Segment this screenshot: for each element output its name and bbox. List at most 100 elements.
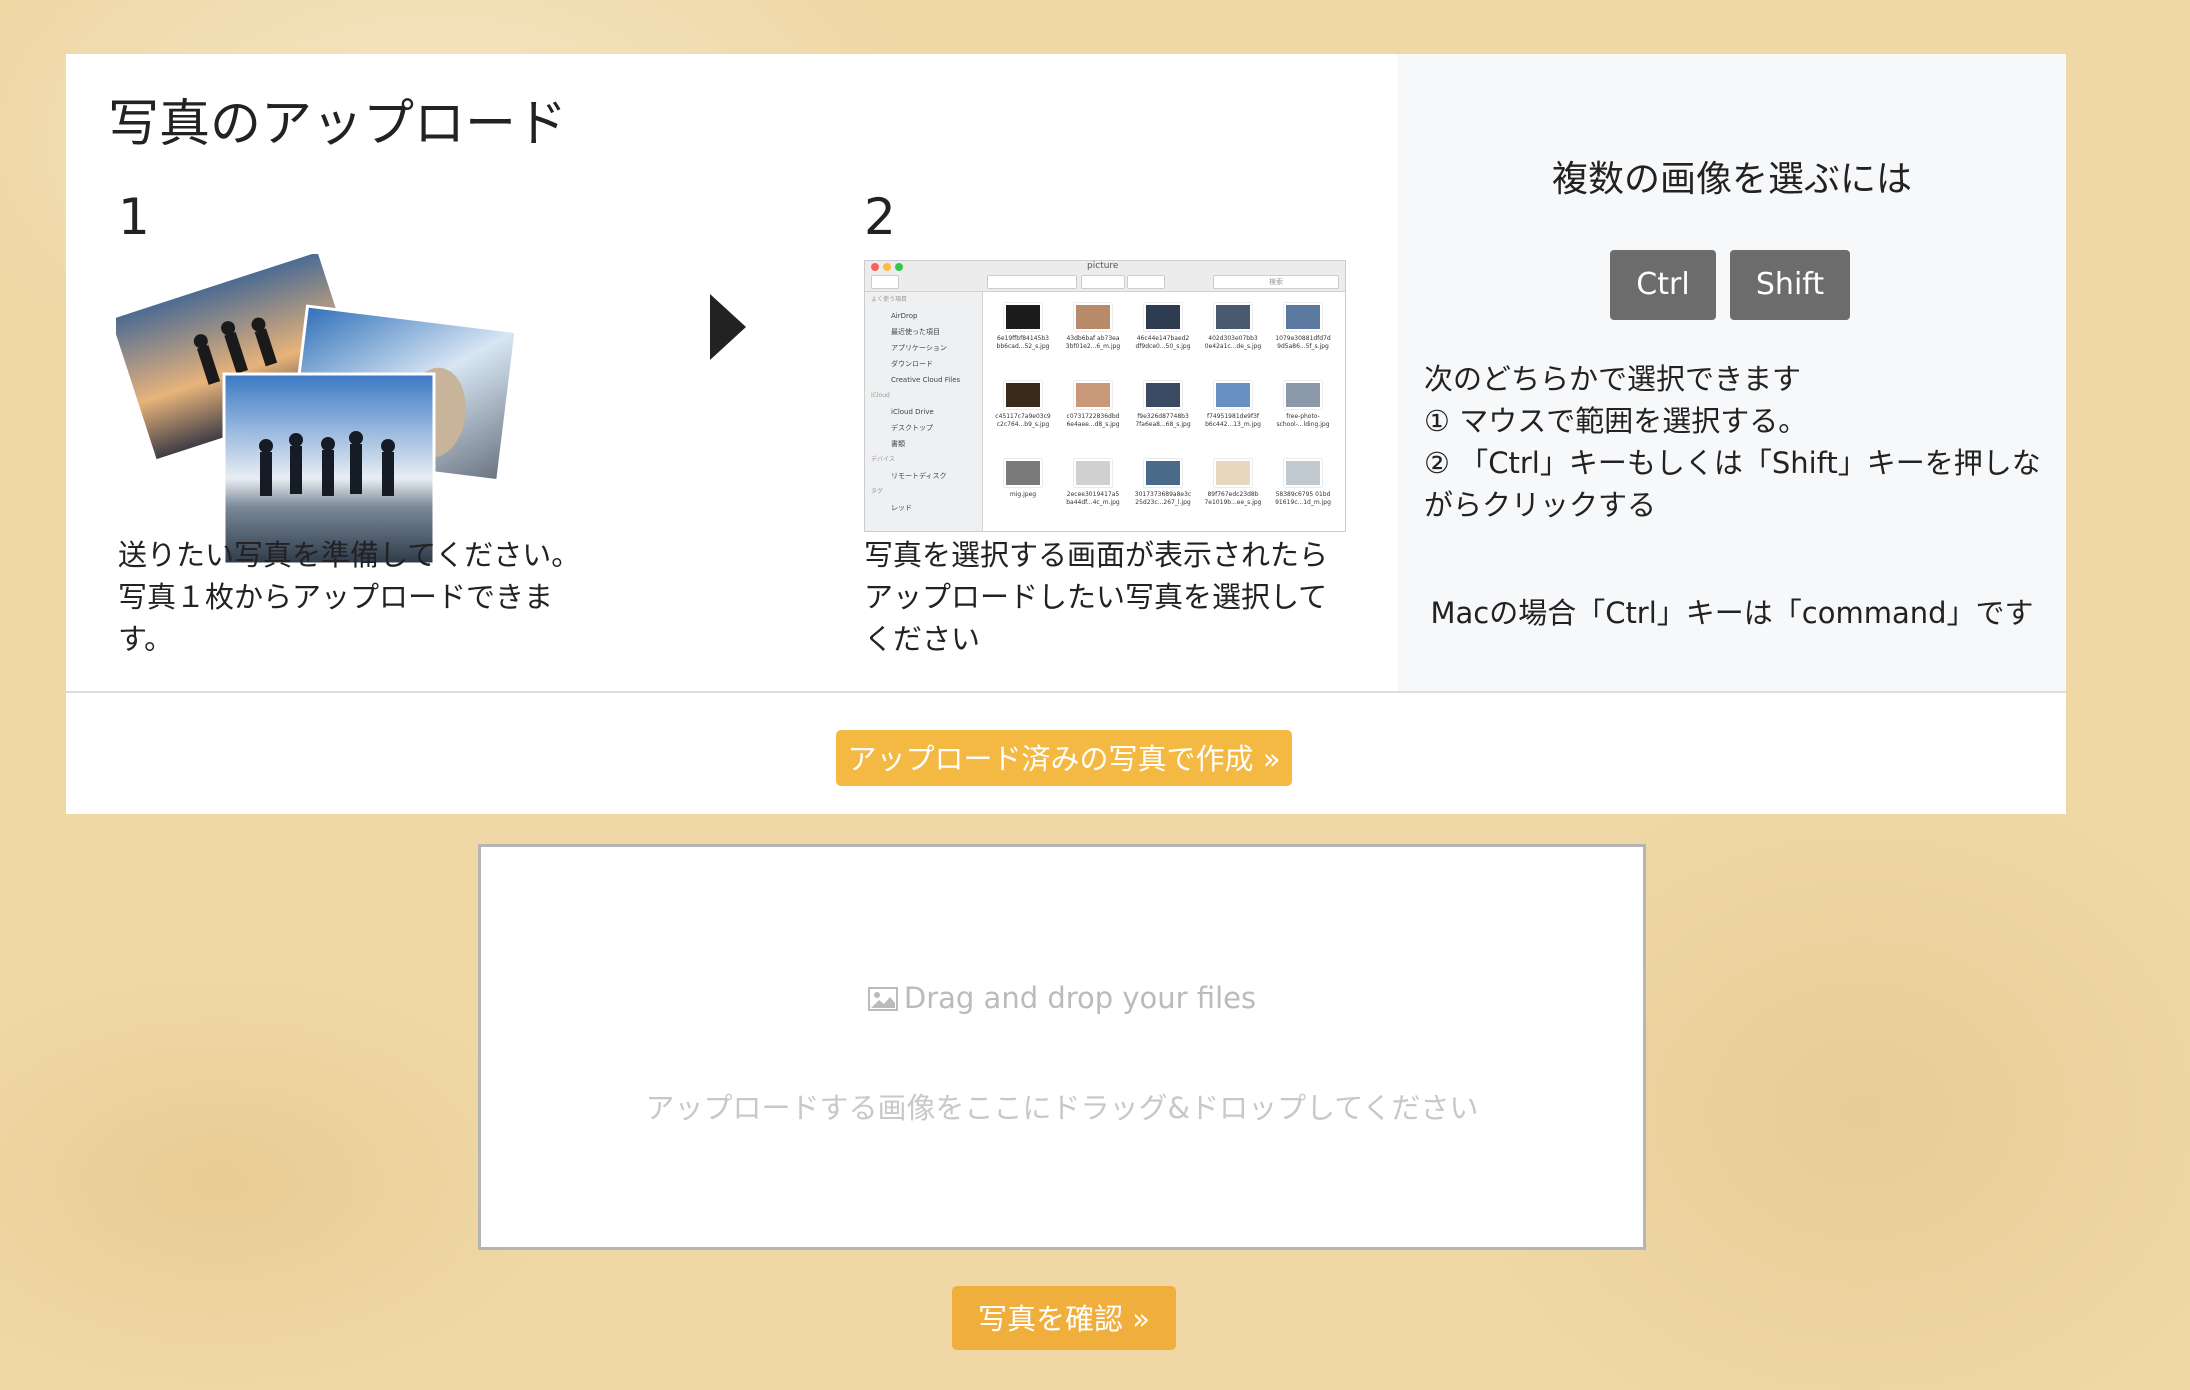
- finder-file-item: free-photo-school-...lding.jpg: [1269, 379, 1337, 455]
- help-line: がらクリックする: [1424, 488, 1657, 522]
- sidebar-heading: iCloud: [871, 392, 890, 399]
- finder-file-item: 89f767edc23d8b 7e1019b...ee_s.jpg: [1199, 457, 1267, 531]
- file-thumbnail: [1144, 381, 1182, 409]
- next-arrow-icon: [710, 294, 746, 360]
- action-icon: [1081, 275, 1125, 289]
- finder-file-item: 1079e30881dfd7d 9d5a86...5f_s.jpg: [1269, 301, 1337, 377]
- file-thumbnail: [1284, 303, 1322, 331]
- finder-file-item: 3017373689a8e3c 25d23c...267_l.jpg: [1129, 457, 1197, 531]
- file-thumbnail: [1144, 303, 1182, 331]
- help-title: 複数の画像を選ぶには: [1551, 159, 1912, 200]
- file-thumbnail: [1074, 381, 1112, 409]
- page-title: 写真のアップロード: [108, 95, 568, 154]
- image-icon: [867, 987, 898, 1011]
- file-thumbnail: [1214, 381, 1252, 409]
- sidebar-heading: タグ: [871, 488, 884, 495]
- file-name: c2c764...b9_s.jpg: [996, 421, 1050, 428]
- file-name: school-...lding.jpg: [1276, 421, 1330, 428]
- view-mode-icon: [987, 275, 1077, 289]
- file-name: f9e326d87748b3: [1137, 413, 1189, 420]
- file-name: free-photo-: [1286, 413, 1320, 420]
- sidebar-item: AirDrop: [891, 312, 918, 320]
- file-name: 46c44e147baed2: [1136, 335, 1190, 342]
- file-name: b6c442...13_m.jpg: [1205, 421, 1261, 428]
- file-name: 7fa6ea8...68_s.jpg: [1135, 421, 1191, 428]
- finder-file-item: 58389c6795 01bd 91619c...1d_m.jpg: [1269, 457, 1337, 531]
- finder-title: picture: [1087, 261, 1119, 271]
- finder-toolbar: picture 検索: [865, 261, 1345, 292]
- step-2-text-line: 写真を選択する画面が表示されたら: [864, 538, 1329, 572]
- help-instructions: 次のどちらかで選択できます ① マウスで範囲を選択する。 ② 「Ctrl」キーも…: [1424, 358, 2054, 526]
- file-name: 58389c6795 01bd: [1275, 491, 1331, 498]
- finder-file-item: mig.jpeg: [989, 457, 1057, 531]
- ctrl-key-badge: Ctrl: [1610, 250, 1716, 320]
- confirm-photos-button[interactable]: 写真を確認 »: [952, 1286, 1176, 1350]
- file-thumbnail: [1074, 459, 1112, 487]
- dropzone-subtitle: アップロードする画像をここにドラッグ&ドロップしてください: [645, 1091, 1479, 1125]
- step-1-text-line: す。: [118, 622, 174, 656]
- sidebar-item: ダウンロード: [891, 360, 933, 368]
- sidebar-item: レッド: [891, 504, 912, 512]
- step-1-number: 1: [118, 188, 150, 246]
- help-line: 次のどちらかで選択できます: [1424, 362, 1802, 396]
- file-name: 0e42a1c...de_s.jpg: [1204, 343, 1262, 350]
- share-icon: [1127, 275, 1165, 289]
- sidebar-heading: よく使う項目: [871, 296, 908, 303]
- file-name: df9dce0...50_s.jpg: [1135, 343, 1191, 350]
- finder-file-item: f74951981de9f3f b6c442...13_m.jpg: [1199, 379, 1267, 455]
- step-2-text-line: アップロードしたい写真を選択して: [864, 580, 1328, 614]
- finder-search-field: 検索: [1213, 275, 1339, 289]
- step-1-text-line: 写真１枚からアップロードできま: [118, 580, 554, 614]
- sidebar-item: 最近使った項目: [891, 328, 940, 336]
- file-name: 91619c...1d_m.jpg: [1275, 499, 1331, 506]
- finder-file-item: 402d303e07bb3 0e42a1c...de_s.jpg: [1199, 301, 1267, 377]
- finder-file-item: 43db6baf ab73ea 3bf01e2...6_m.jpg: [1059, 301, 1127, 377]
- file-name: 1079e30881dfd7d: [1275, 335, 1331, 342]
- file-thumbnail: [1074, 303, 1112, 331]
- sidebar-item: 書類: [891, 440, 905, 448]
- back-forward-icon: [871, 275, 899, 289]
- file-name: 43db6baf ab73ea: [1066, 335, 1120, 342]
- file-name: 2ecee3019417a5: [1066, 491, 1120, 498]
- help-line: ② 「Ctrl」キーもしくは「Shift」キーを押しな: [1424, 446, 2041, 480]
- mac-note: Macの場合「Ctrl」キーは「command」です: [1430, 596, 2034, 630]
- file-name: mig.jpeg: [1009, 491, 1037, 498]
- file-thumbnail: [1284, 459, 1322, 487]
- file-name: 402d303e07bb3: [1208, 335, 1258, 342]
- file-thumbnail: [1214, 303, 1252, 331]
- panel-divider: [66, 691, 2066, 693]
- zoom-dot-icon: [895, 263, 903, 271]
- step-2-number: 2: [864, 188, 896, 246]
- step-2-text-line: ください: [864, 622, 981, 656]
- sidebar-item: デスクトップ: [891, 424, 933, 432]
- file-name: 9d5a86...5f_s.jpg: [1277, 343, 1329, 350]
- multi-select-help-panel: 複数の画像を選ぶには Ctrl Shift 次のどちらかで選択できます ① マウ…: [1398, 54, 2066, 692]
- shift-key-badge: Shift: [1730, 250, 1850, 320]
- finder-file-item: c45117c7a9e03c9 c2c764...b9_s.jpg: [989, 379, 1057, 455]
- file-thumbnail: [1004, 381, 1042, 409]
- finder-file-grid: 6e19ffbf84145b3 bb6cad...52_s.jpg 43db6baf…: [989, 301, 1339, 531]
- finder-file-item: f9e326d87748b3 7fa6ea8...68_s.jpg: [1129, 379, 1197, 455]
- file-name: c0731722836dbd: [1066, 413, 1120, 420]
- file-dropzone[interactable]: Drag and drop your files アップロードする画像をここにド…: [478, 844, 1646, 1250]
- file-name: 3017373689a8e3c: [1134, 491, 1192, 498]
- create-from-uploaded-button[interactable]: アップロード済みの写真で作成 »: [836, 730, 1292, 786]
- file-name: 7e1019b...ee_s.jpg: [1204, 499, 1262, 506]
- help-line: ① マウスで範囲を選択する。: [1424, 404, 1808, 438]
- sidebar-heading: デバイス: [871, 456, 895, 463]
- finder-file-item: 6e19ffbf84145b3 bb6cad...52_s.jpg: [989, 301, 1057, 377]
- file-name: bb6cad...52_s.jpg: [996, 343, 1050, 350]
- sidebar-item: アプリケーション: [891, 344, 947, 352]
- finder-file-item: 2ecee3019417a5 ba44df...4c_m.jpg: [1059, 457, 1127, 531]
- file-name: ba44df...4c_m.jpg: [1066, 499, 1120, 506]
- file-name: 6e19ffbf84145b3: [997, 335, 1049, 342]
- file-thumbnail: [1214, 459, 1252, 487]
- dropzone-title: Drag and drop your files: [481, 981, 1643, 1015]
- file-name: 25d23c...267_l.jpg: [1135, 499, 1191, 506]
- file-thumbnail: [1004, 459, 1042, 487]
- file-thumbnail: [1284, 381, 1322, 409]
- file-name: 6e4aee...d8_s.jpg: [1066, 421, 1120, 428]
- file-name: 89f767edc23d8b: [1207, 491, 1259, 498]
- dropzone-title-text: Drag and drop your files: [903, 981, 1257, 1015]
- file-thumbnail: [1144, 459, 1182, 487]
